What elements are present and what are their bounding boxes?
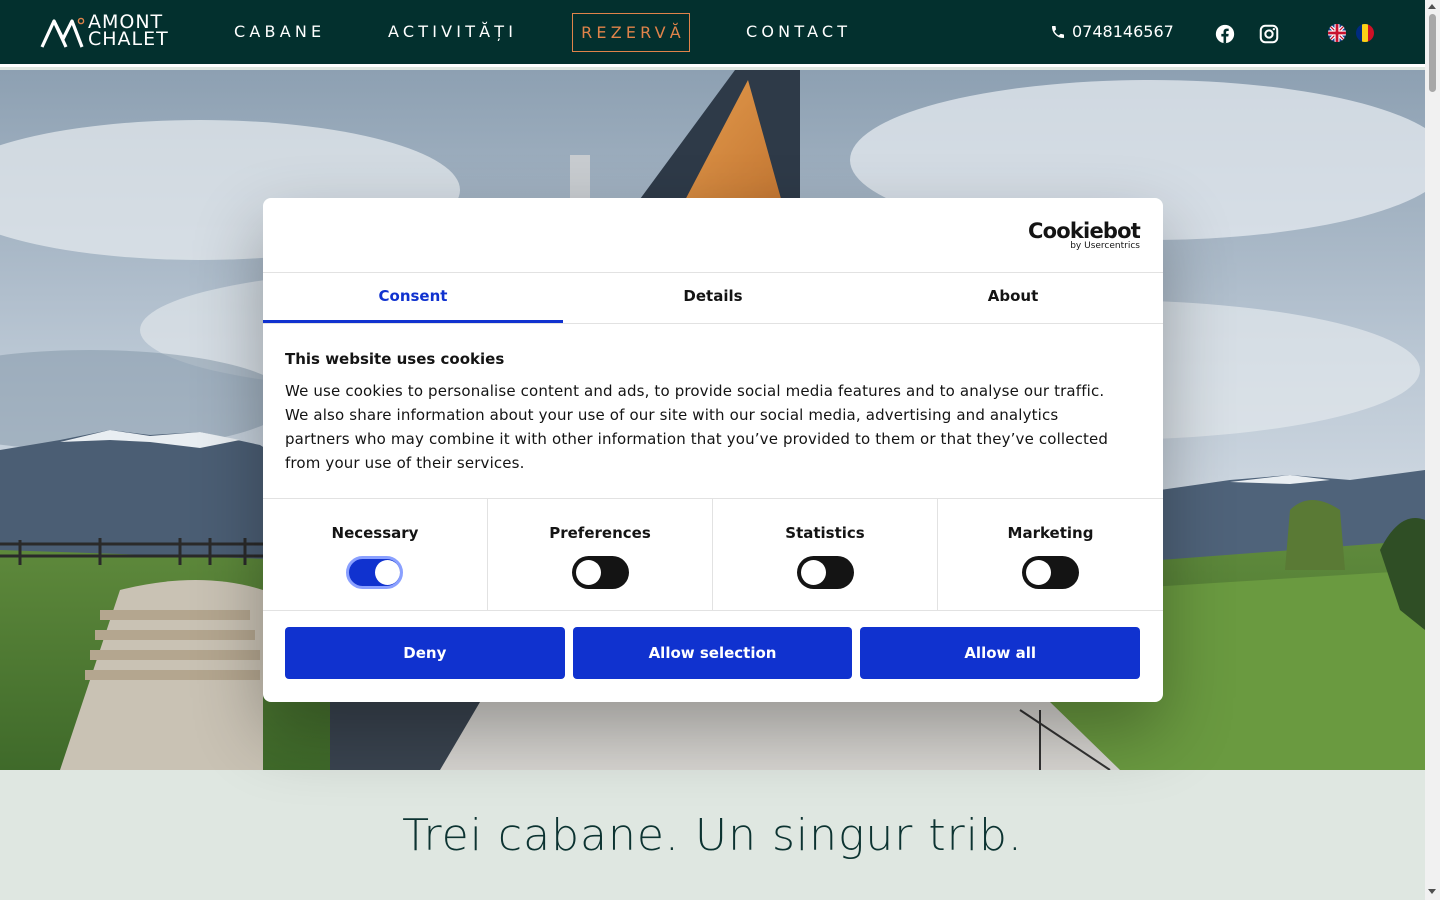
statistics-toggle[interactable] bbox=[797, 556, 854, 589]
toggle-knob bbox=[1026, 560, 1051, 585]
marketing-toggle[interactable] bbox=[1022, 556, 1079, 589]
necessary-toggle[interactable] bbox=[346, 556, 403, 589]
top-navbar: AMONT CHALET CABANE ACTIVITĂȚI REZERVĂ C… bbox=[0, 0, 1425, 67]
dialog-header: Cookiebot by Usercentrics bbox=[263, 198, 1163, 273]
logo-mark-icon bbox=[40, 17, 85, 48]
nav-link-contact[interactable]: CONTACT bbox=[746, 22, 851, 41]
ro-flag-icon[interactable] bbox=[1356, 24, 1374, 42]
cookie-consent-dialog: Cookiebot by Usercentrics Consent Detail… bbox=[263, 198, 1163, 702]
en-flag-icon[interactable] bbox=[1328, 24, 1346, 42]
facebook-icon[interactable] bbox=[1214, 23, 1236, 45]
cookiebot-logo: Cookiebot by Usercentrics bbox=[1028, 219, 1141, 251]
dialog-title: This website uses cookies bbox=[285, 350, 505, 368]
intro-tagline: Trei cabane. Un singur trib. bbox=[402, 810, 1023, 861]
toggle-knob bbox=[576, 560, 601, 585]
dialog-description: We use cookies to personalise content an… bbox=[285, 382, 1109, 472]
cookie-categories: Necessary Preferences Statistics Marketi… bbox=[263, 498, 1163, 611]
phone-link[interactable]: 0748146567 bbox=[1050, 22, 1174, 41]
phone-icon bbox=[1052, 25, 1064, 38]
instagram-icon[interactable] bbox=[1258, 23, 1280, 45]
logo-line-2: CHALET bbox=[88, 28, 169, 50]
logo-text: AMONT CHALET bbox=[88, 13, 169, 50]
tab-about[interactable]: About bbox=[863, 273, 1163, 323]
intro-section: Trei cabane. Un singur trib. bbox=[0, 770, 1425, 900]
category-label: Marketing bbox=[1007, 524, 1094, 542]
allow-selection-button[interactable]: Allow selection bbox=[572, 627, 853, 679]
category-marketing: Marketing bbox=[938, 499, 1163, 611]
dialog-tabs: Consent Details About bbox=[263, 273, 1163, 324]
brand-name: Cookiebot bbox=[1028, 219, 1141, 243]
nav-link-cabane[interactable]: CABANE bbox=[234, 22, 325, 41]
category-statistics: Statistics bbox=[713, 499, 938, 611]
preferences-toggle[interactable] bbox=[572, 556, 629, 589]
dialog-actions: Deny Allow selection Allow all bbox=[285, 627, 1141, 680]
category-label: Preferences bbox=[549, 524, 651, 542]
logo[interactable]: AMONT CHALET bbox=[40, 13, 180, 51]
toggle-knob bbox=[375, 560, 400, 585]
category-preferences: Preferences bbox=[488, 499, 713, 611]
category-necessary: Necessary bbox=[263, 499, 488, 611]
allow-all-button[interactable]: Allow all bbox=[860, 627, 1141, 679]
tab-consent[interactable]: Consent bbox=[263, 273, 563, 323]
scroll-up-icon[interactable] bbox=[1428, 4, 1436, 9]
scroll-thumb[interactable] bbox=[1429, 14, 1436, 92]
page-scrollbar[interactable] bbox=[1425, 0, 1440, 900]
nav-link-activitati[interactable]: ACTIVITĂȚI bbox=[388, 22, 517, 41]
category-label: Necessary bbox=[331, 524, 419, 542]
toggle-knob bbox=[801, 560, 826, 585]
phone-number: 0748146567 bbox=[1072, 22, 1174, 41]
deny-button[interactable]: Deny bbox=[285, 627, 565, 679]
tab-details[interactable]: Details bbox=[563, 273, 863, 323]
scroll-down-icon[interactable] bbox=[1428, 889, 1436, 894]
category-label: Statistics bbox=[785, 524, 865, 542]
book-button[interactable]: REZERVĂ bbox=[572, 13, 690, 52]
